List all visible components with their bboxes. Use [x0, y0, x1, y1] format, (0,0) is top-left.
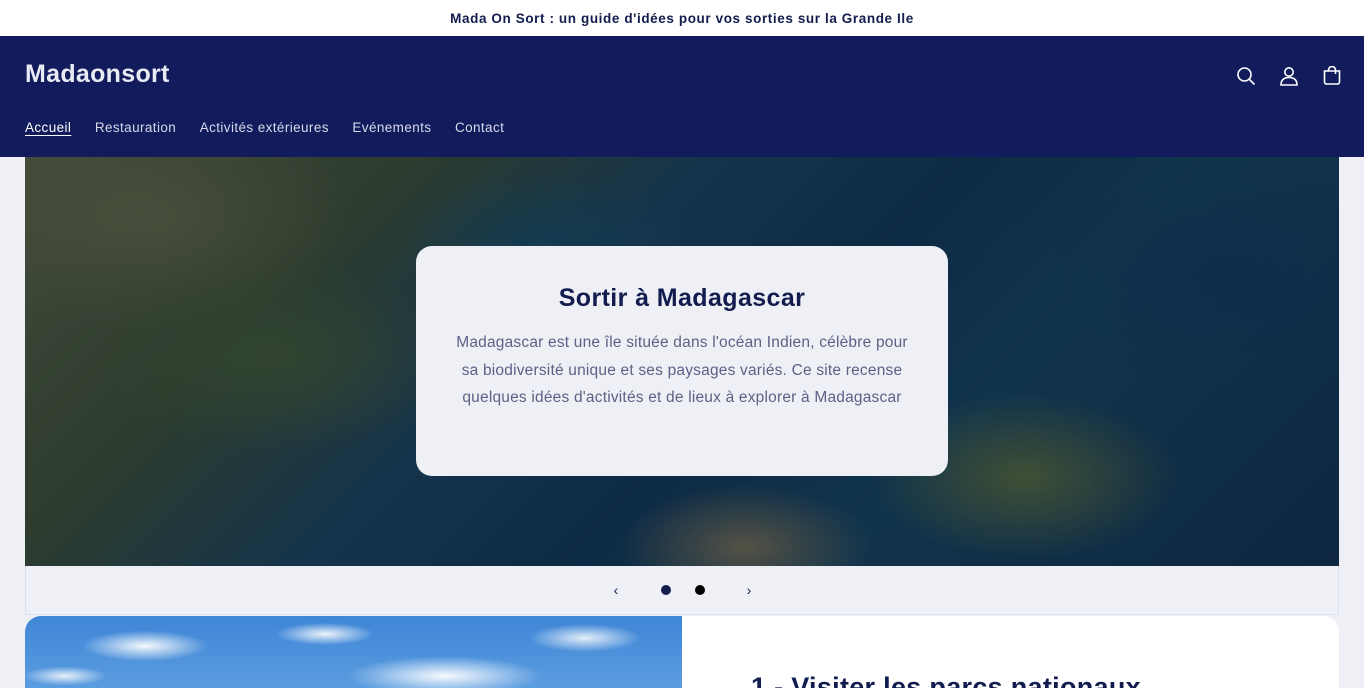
hero-slideshow: Sortir à Madagascar Madagascar est une î…	[25, 157, 1339, 566]
slider-prev-button[interactable]: ‹	[609, 582, 623, 598]
header-icons	[1236, 64, 1342, 88]
nav-item-activites[interactable]: Activités extérieures	[200, 120, 329, 137]
slider-dot-1[interactable]	[661, 585, 671, 595]
slider-dot-2[interactable]	[695, 585, 705, 595]
site-logo[interactable]: Madaonsort	[25, 60, 170, 89]
nav-item-restauration[interactable]: Restauration	[95, 120, 176, 137]
feature-image	[25, 616, 682, 688]
hero-title: Sortir à Madagascar	[558, 284, 806, 312]
slider-controls: ‹ ›	[25, 566, 1339, 615]
nav-item-contact[interactable]: Contact	[455, 120, 504, 137]
hero-text: Madagascar est une île située dans l'océ…	[456, 334, 908, 406]
cart-icon[interactable]	[1322, 64, 1342, 88]
nav-item-accueil[interactable]: Accueil	[25, 120, 71, 137]
site-header: Madaonsort Accueil Restauration Activité…	[0, 36, 1364, 157]
feature-card: 1 - Visiter les parcs nationaux	[682, 616, 1339, 688]
account-icon[interactable]	[1279, 64, 1299, 88]
main-nav: Accueil Restauration Activités extérieur…	[25, 120, 528, 137]
nav-item-evenements[interactable]: Evénements	[352, 120, 431, 137]
feature-title: 1 - Visiter les parcs nationaux	[751, 672, 1141, 688]
search-icon[interactable]	[1236, 64, 1256, 88]
slider-next-button[interactable]: ›	[742, 582, 756, 598]
hero-card: Sortir à Madagascar Madagascar est une î…	[416, 246, 948, 476]
announcement-bar: Mada On Sort : un guide d'idées pour vos…	[0, 0, 1364, 36]
